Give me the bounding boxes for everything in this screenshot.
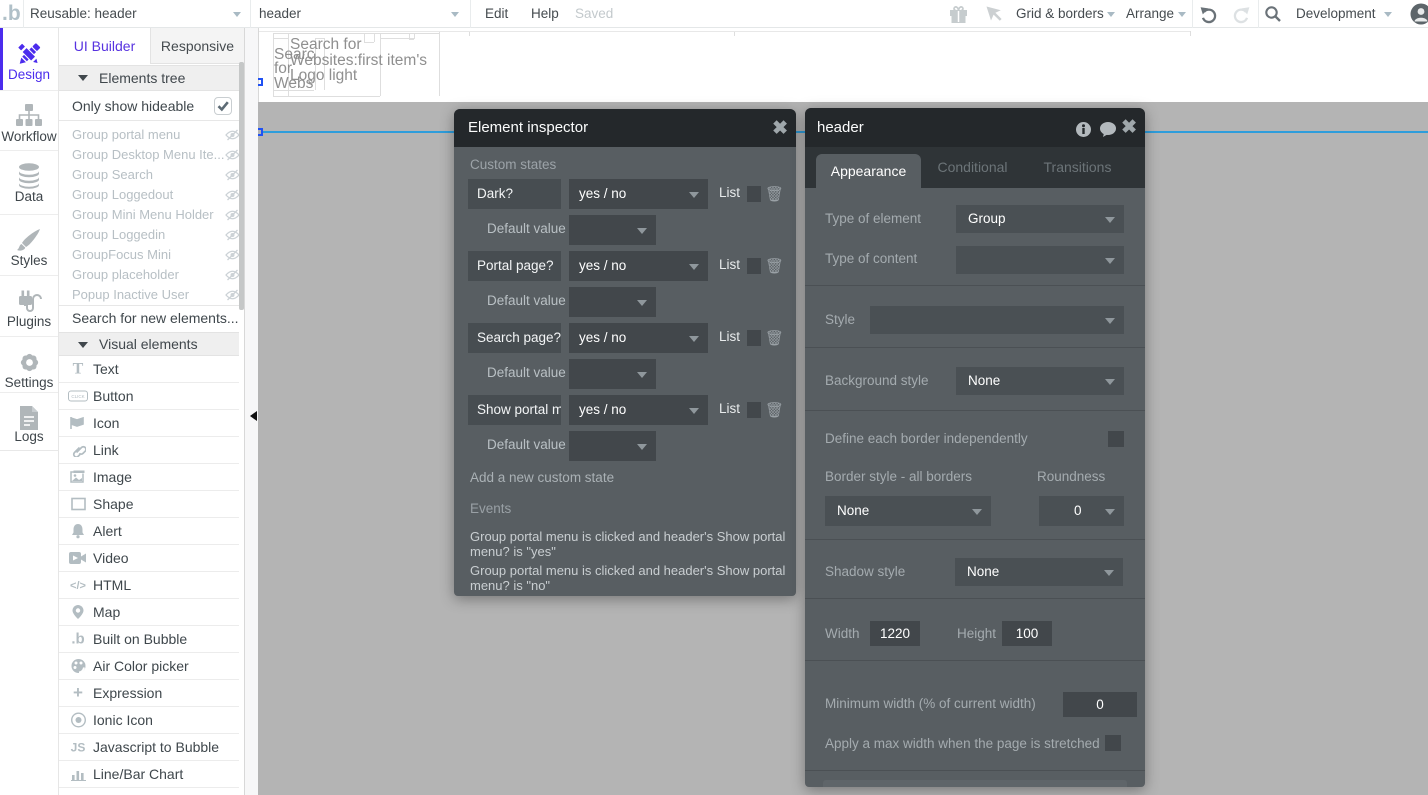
svg-text:CLICK: CLICK xyxy=(71,394,84,399)
